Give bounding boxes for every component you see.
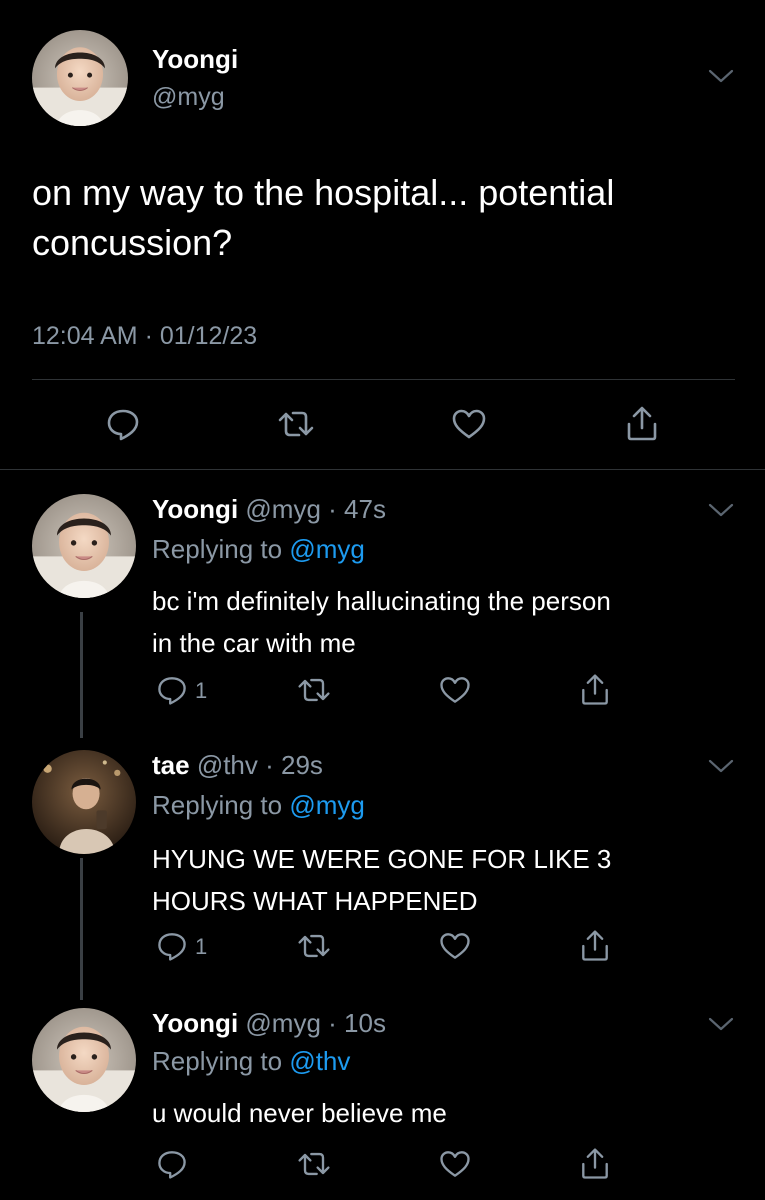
replying-to: Replying to @myg (152, 790, 365, 821)
reply-icon[interactable] (154, 672, 190, 708)
tweet-text: on my way to the hospital... potential c… (32, 168, 614, 268)
replying-to-handle[interactable]: @thv (289, 1046, 350, 1076)
like-icon[interactable] (437, 1146, 473, 1182)
retweet-icon[interactable] (276, 404, 316, 444)
reply-text: bc i'm definitely hallucinating the pers… (152, 580, 611, 664)
avatar[interactable] (32, 30, 128, 126)
author-meta[interactable]: @thv · 29s (197, 750, 323, 780)
reply-header: Yoongi @myg · 47s (152, 494, 386, 525)
chevron-down-icon[interactable] (706, 66, 736, 86)
reply-text-line: HOURS WHAT HAPPENED (152, 886, 478, 916)
like-icon[interactable] (449, 404, 489, 444)
chevron-down-icon[interactable] (706, 1014, 736, 1034)
reply-icon[interactable] (103, 404, 143, 444)
replying-to-label: Replying to (152, 790, 290, 820)
replying-to-label: Replying to (152, 534, 290, 564)
reply-text-line: bc i'm definitely hallucinating the pers… (152, 586, 611, 616)
retweet-icon[interactable] (296, 672, 332, 708)
share-icon[interactable] (577, 672, 613, 708)
chevron-down-icon[interactable] (706, 756, 736, 776)
tweet-text-line: on my way to the hospital... potential (32, 172, 615, 213)
share-icon[interactable] (577, 928, 613, 964)
replying-to: Replying to @myg (152, 534, 365, 565)
avatar[interactable] (32, 494, 136, 598)
replying-to-label: Replying to (152, 1046, 290, 1076)
avatar-image (32, 494, 136, 598)
chevron-down-icon[interactable] (706, 500, 736, 520)
reply-text-line: HYUNG WE WERE GONE FOR LIKE 3 (152, 844, 612, 874)
author-meta[interactable]: @myg · 47s (245, 494, 386, 524)
author-name[interactable]: tae (152, 750, 190, 780)
replying-to: Replying to @thv (152, 1046, 350, 1077)
share-icon[interactable] (577, 1146, 613, 1182)
reply-icon[interactable] (154, 1146, 190, 1182)
replying-to-handle[interactable]: @myg (289, 534, 365, 564)
reply-header: tae @thv · 29s (152, 750, 323, 781)
like-icon[interactable] (437, 672, 473, 708)
thread-line (80, 858, 83, 1000)
thread-line (80, 612, 83, 738)
divider (32, 379, 735, 380)
avatar[interactable] (32, 1008, 136, 1112)
reply-text: u would never believe me (152, 1092, 447, 1134)
share-icon[interactable] (622, 404, 662, 444)
avatar-image (32, 750, 136, 854)
avatar[interactable] (32, 750, 136, 854)
divider (0, 469, 765, 470)
author-meta[interactable]: @myg · 10s (245, 1008, 386, 1038)
tweet-text-line: concussion? (32, 222, 233, 263)
reply-text-line: in the car with me (152, 628, 356, 658)
reply-text: HYUNG WE WERE GONE FOR LIKE 3 HOURS WHAT… (152, 838, 611, 922)
avatar-image (32, 30, 128, 126)
retweet-icon[interactable] (296, 928, 332, 964)
reply-text-line: u would never believe me (152, 1098, 447, 1128)
reply-count: 1 (195, 678, 208, 703)
author-name[interactable]: Yoongi (152, 1008, 238, 1038)
retweet-icon[interactable] (296, 1146, 332, 1182)
author-name[interactable]: Yoongi (152, 494, 238, 524)
like-icon[interactable] (437, 928, 473, 964)
replying-to-handle[interactable]: @myg (289, 790, 365, 820)
author-name[interactable]: Yoongi (152, 44, 238, 75)
tweet-timestamp[interactable]: 12:04 AM · 01/12/23 (32, 322, 257, 351)
author-handle[interactable]: @myg (152, 83, 225, 112)
reply-icon[interactable] (154, 928, 190, 964)
reply-count: 1 (195, 934, 208, 959)
avatar-image (32, 1008, 136, 1112)
reply-header: Yoongi @myg · 10s (152, 1008, 386, 1039)
